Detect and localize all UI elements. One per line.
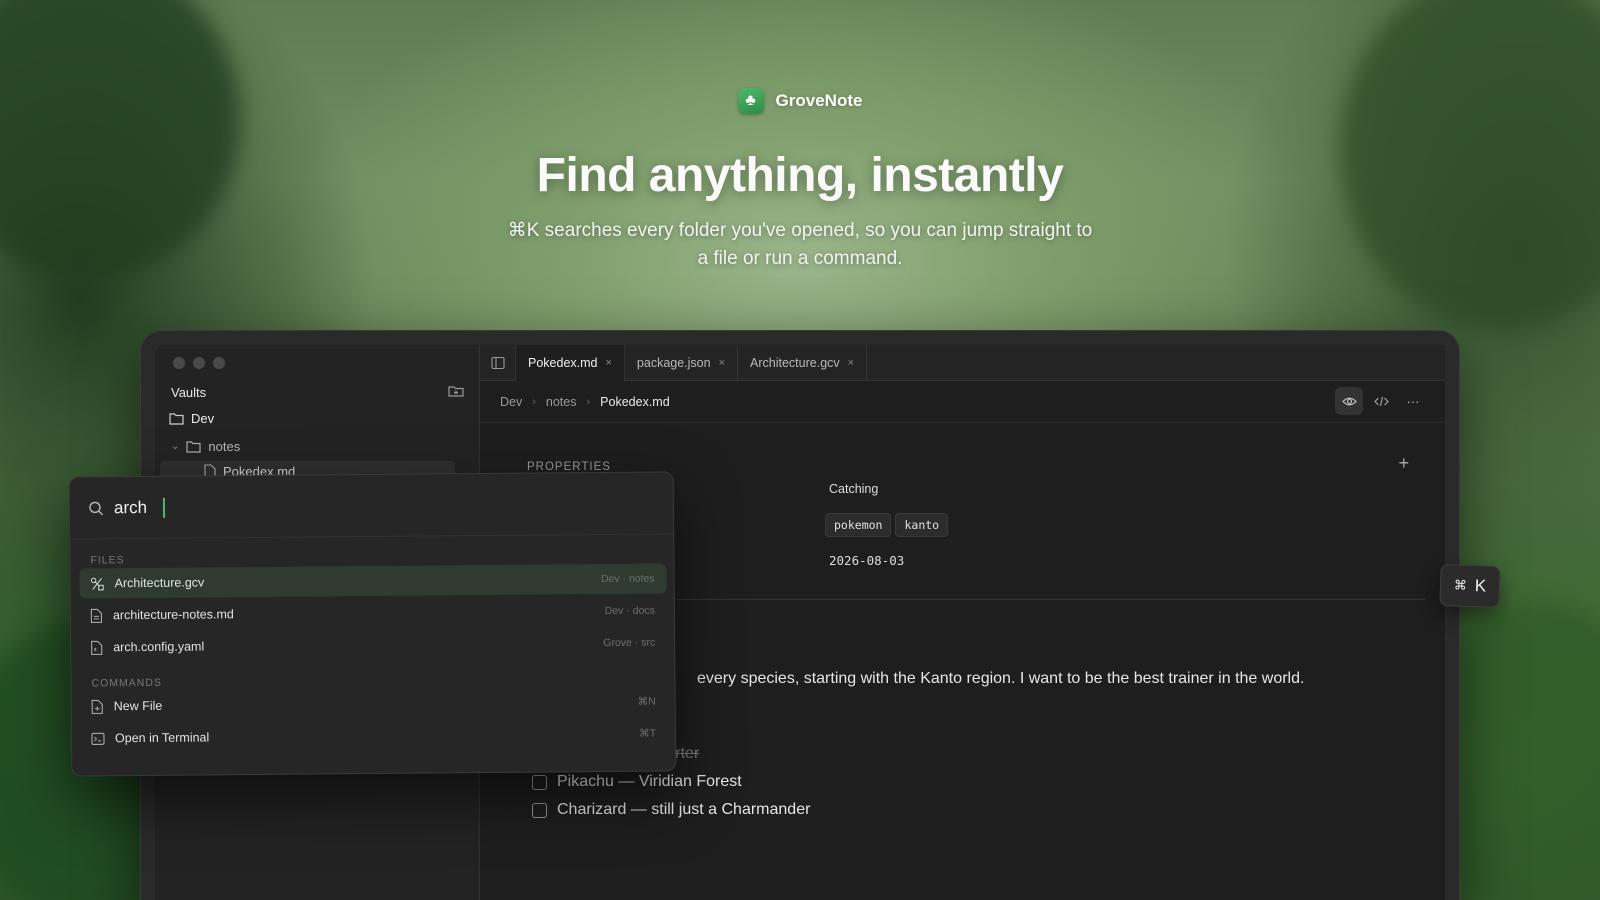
tag-chip[interactable]: kanto bbox=[895, 513, 949, 537]
palette-result-file[interactable]: architecture-notes.md Dev · docs bbox=[80, 595, 667, 630]
chevron-down-icon: ⌄ bbox=[171, 441, 180, 452]
checkbox[interactable] bbox=[532, 774, 547, 790]
result-label: architecture-notes.md bbox=[112, 607, 234, 623]
palette-command-open-terminal[interactable]: Open in Terminal ⌘T bbox=[81, 718, 668, 753]
property-status[interactable]: Catching bbox=[829, 482, 878, 496]
palette-search-row: arch bbox=[69, 472, 674, 540]
folder-icon bbox=[186, 441, 201, 453]
task-label: Pikachu — Viridian Forest bbox=[557, 773, 742, 790]
result-label: New File bbox=[113, 698, 163, 714]
terminal-icon bbox=[91, 732, 105, 745]
result-meta: Dev · notes bbox=[600, 572, 655, 586]
sidebar-toggle-button[interactable] bbox=[480, 345, 516, 381]
folder-icon bbox=[169, 413, 184, 425]
close-window-dot[interactable] bbox=[173, 357, 185, 369]
tab-package-json[interactable]: package.json × bbox=[625, 345, 739, 381]
search-icon bbox=[89, 501, 104, 515]
chevron-right-icon: › bbox=[586, 395, 591, 408]
checkbox[interactable] bbox=[532, 802, 547, 818]
tag-chip[interactable]: pokemon bbox=[825, 513, 892, 537]
code-icon bbox=[1373, 396, 1389, 406]
shortcut-key: K bbox=[1474, 576, 1487, 596]
commands-section-label: COMMANDS bbox=[91, 676, 162, 690]
breadcrumb-item[interactable]: notes bbox=[546, 395, 577, 409]
tab-bar: Pokedex.md × package.json × Architecture… bbox=[480, 345, 1445, 381]
shortcut-badge: ⌘ K bbox=[1439, 563, 1501, 609]
add-property-icon[interactable]: + bbox=[1398, 453, 1409, 474]
result-label: Open in Terminal bbox=[114, 730, 210, 746]
command-palette: arch FILES Architecture.gcv Dev · notes … bbox=[68, 471, 677, 777]
task-item[interactable]: Pikachu — Viridian Forest bbox=[532, 773, 742, 791]
vaults-label: Vaults bbox=[171, 385, 207, 400]
file-icon bbox=[90, 608, 103, 623]
property-tags: pokemon kanto bbox=[825, 513, 952, 537]
more-button[interactable]: ··· bbox=[1399, 387, 1427, 415]
breadcrumb-item[interactable]: Dev bbox=[500, 395, 522, 409]
chevron-right-icon: › bbox=[532, 395, 536, 408]
tab-architecture[interactable]: Architecture.gcv × bbox=[738, 345, 868, 381]
source-button[interactable] bbox=[1367, 387, 1395, 415]
palette-result-file[interactable]: Architecture.gcv Dev · notes bbox=[79, 563, 667, 599]
palette-search-input[interactable]: arch bbox=[114, 497, 147, 517]
files-section-label: FILES bbox=[90, 554, 125, 567]
close-icon[interactable]: × bbox=[848, 357, 854, 369]
result-label: Architecture.gcv bbox=[114, 575, 205, 591]
tab-pokedex[interactable]: Pokedex.md × bbox=[516, 345, 625, 381]
minimize-window-dot[interactable] bbox=[193, 357, 205, 369]
palette-command-new-file[interactable]: New File ⌘N bbox=[81, 686, 668, 721]
text-caret bbox=[162, 497, 166, 518]
sidebar-item-label: Dev bbox=[191, 411, 215, 426]
diagram-file-icon bbox=[90, 577, 104, 590]
task-label: Charizard — still just a Charmander bbox=[557, 801, 811, 818]
tab-label: package.json bbox=[636, 356, 711, 370]
property-date[interactable]: 2026-08-03 bbox=[829, 553, 904, 568]
config-file-icon bbox=[91, 640, 103, 655]
tab-label: Architecture.gcv bbox=[750, 356, 840, 370]
close-icon[interactable]: × bbox=[605, 357, 611, 369]
task-item[interactable]: Charizard — still just a Charmander bbox=[532, 801, 810, 819]
result-meta: Grove · src bbox=[603, 636, 656, 649]
view-actions: ··· bbox=[1335, 387, 1427, 415]
preview-button[interactable] bbox=[1335, 387, 1363, 415]
brand-name: GroveNote bbox=[775, 91, 863, 110]
palette-result-file[interactable]: arch.config.yaml Grove · src bbox=[80, 627, 667, 662]
more-icon: ··· bbox=[1406, 393, 1420, 409]
close-icon[interactable]: × bbox=[719, 357, 725, 369]
shortcut-hint: ⌘N bbox=[637, 695, 656, 708]
result-label: arch.config.yaml bbox=[113, 639, 205, 655]
breadcrumb-current: Pokedex.md bbox=[600, 394, 670, 409]
brand: ♣ GroveNote bbox=[0, 88, 1600, 114]
command-key-icon: ⌘ bbox=[1453, 577, 1468, 593]
zoom-window-dot[interactable] bbox=[213, 357, 225, 369]
hero-subline: ⌘K searches every folder you've opened, … bbox=[507, 220, 1093, 269]
new-folder-icon[interactable] bbox=[447, 382, 465, 400]
clover-icon: ♣ bbox=[737, 88, 764, 114]
result-meta: Dev · docs bbox=[604, 604, 655, 617]
shortcut-hint: ⌘T bbox=[638, 727, 657, 740]
breadcrumb: Dev › notes › Pokedex.md ··· bbox=[480, 381, 1445, 423]
tab-label: Pokedex.md bbox=[528, 356, 598, 370]
sidebar-item-dev[interactable]: Dev bbox=[169, 411, 214, 426]
foliage-decoration bbox=[0, 0, 240, 280]
eye-icon bbox=[1341, 397, 1357, 405]
sidebar-item-notes[interactable]: ⌄ notes bbox=[171, 439, 240, 454]
paragraph-text: every species, starting with the Kanto r… bbox=[697, 670, 1305, 687]
sidebar-toggle-icon bbox=[490, 356, 505, 370]
new-file-icon bbox=[91, 699, 103, 714]
sidebar-item-label: notes bbox=[208, 439, 241, 454]
hero-headline: Find anything, instantly bbox=[536, 149, 1064, 202]
window-controls bbox=[173, 357, 225, 369]
